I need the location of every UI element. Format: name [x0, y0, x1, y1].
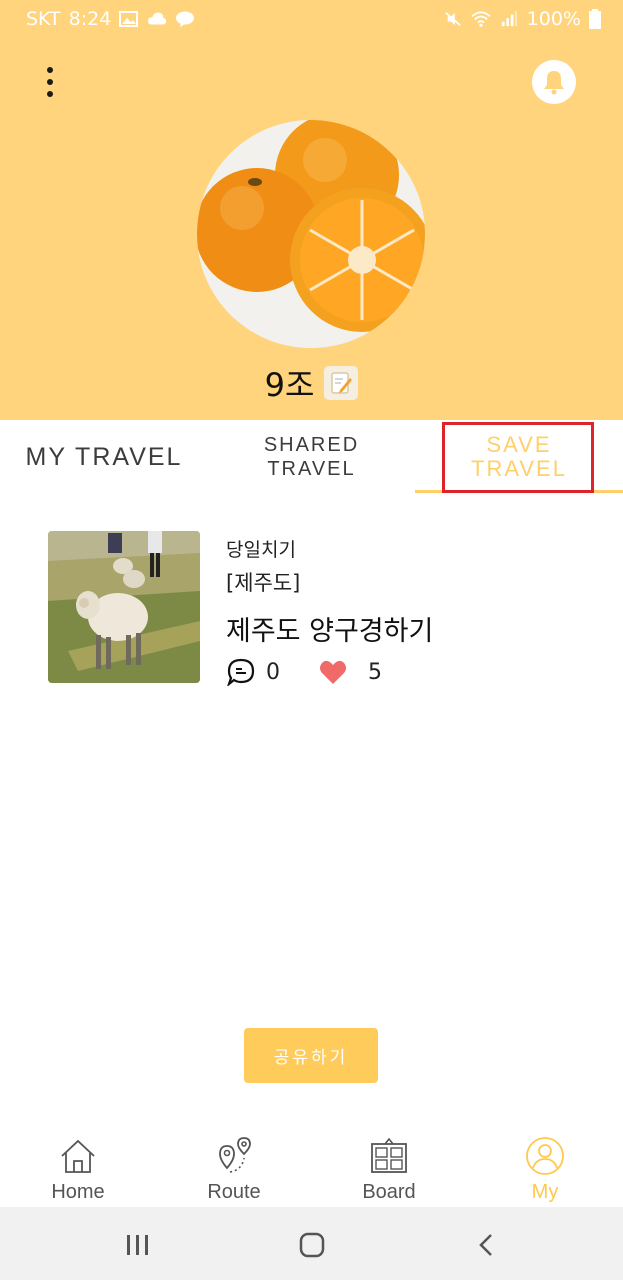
route-pin-icon [211, 1133, 257, 1179]
travel-card[interactable]: 당일치기 [제주도] 제주도 양구경하기 0 5 [48, 531, 588, 687]
back-icon[interactable] [466, 1225, 506, 1265]
bottom-nav: Home Route Board My [0, 1125, 623, 1207]
nav-board-label: Board [362, 1181, 416, 1203]
carrier-label: SKT [26, 8, 61, 30]
nav-my[interactable]: My [467, 1125, 623, 1207]
image-icon [119, 11, 139, 27]
travel-thumbnail[interactable] [48, 531, 200, 683]
tab-my-travel[interactable]: MY TRAVEL [0, 420, 208, 494]
tangerine-photo [197, 120, 425, 348]
wifi-icon [471, 11, 491, 27]
tab-shared-travel[interactable]: SHARED TRAVEL [208, 420, 415, 494]
nav-home[interactable]: Home [0, 1125, 156, 1207]
travel-type: 당일치기 [226, 539, 296, 561]
nav-board[interactable]: Board [311, 1125, 467, 1207]
recent-apps-icon[interactable] [118, 1225, 158, 1265]
cloud-icon [148, 12, 167, 25]
tab-shared-travel-label-line1: SHARED [263, 434, 360, 456]
home-icon [55, 1133, 101, 1179]
travel-title: 제주도 양구경하기 [226, 616, 434, 647]
profile-name-row: 9조 [0, 360, 623, 406]
comment-bubble-icon[interactable] [226, 657, 256, 687]
heart-icon[interactable] [318, 657, 348, 687]
travel-region: [제주도] [226, 571, 301, 595]
profile-avatar[interactable] [197, 120, 425, 348]
board-icon [366, 1133, 412, 1179]
travel-stats: 0 5 [226, 657, 382, 687]
bell-icon [544, 71, 564, 95]
more-vertical-icon[interactable] [36, 62, 64, 102]
nav-route-label: Route [207, 1181, 261, 1203]
nav-my-label: My [531, 1181, 559, 1203]
sheep-photo [48, 531, 200, 683]
clock: 8:24 [68, 8, 112, 30]
highlight-box [442, 422, 594, 493]
profile-header: SKT 8:24 100% 9조 [0, 0, 623, 420]
status-bar: SKT 8:24 100% [0, 0, 623, 38]
battery-icon [589, 9, 601, 29]
home-circle-icon[interactable] [292, 1225, 332, 1265]
mute-icon [444, 12, 461, 26]
system-nav-bar [0, 1207, 623, 1280]
chat-icon [176, 11, 195, 27]
memo-edit-icon[interactable] [324, 366, 359, 400]
tab-shared-travel-label-line2: TRAVEL [267, 458, 356, 480]
battery-level: 100% [526, 8, 581, 30]
user-icon [522, 1133, 568, 1179]
nav-route[interactable]: Route [156, 1125, 312, 1207]
nav-home-label: Home [51, 1181, 105, 1203]
comment-count: 0 [266, 659, 280, 685]
profile-name: 9조 [264, 366, 315, 404]
status-right: 100% [443, 8, 601, 30]
notification-button[interactable] [532, 60, 576, 104]
tab-my-travel-label: MY TRAVEL [25, 442, 183, 471]
signal-icon [501, 11, 517, 27]
status-left: SKT 8:24 [26, 8, 195, 30]
like-count: 5 [368, 659, 382, 685]
share-button[interactable]: 공유하기 [244, 1028, 378, 1083]
